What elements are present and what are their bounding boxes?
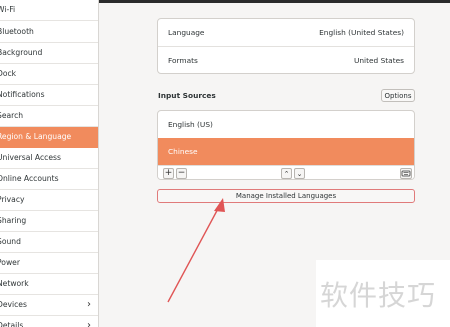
annotation-arrow: [167, 198, 225, 303]
